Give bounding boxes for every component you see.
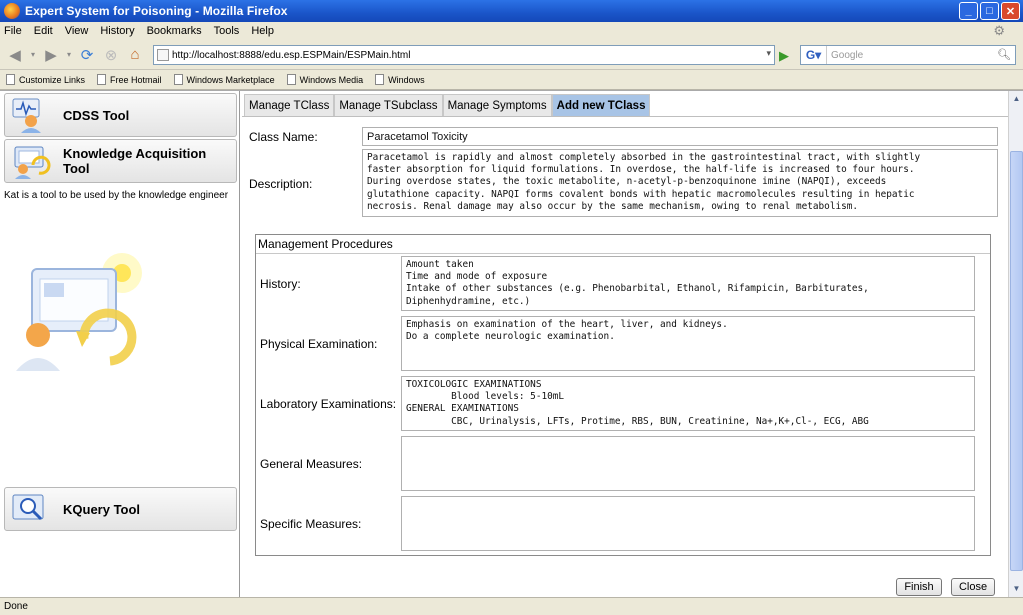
- status-bar: Done: [0, 597, 1023, 615]
- description-label: Description:: [249, 177, 313, 191]
- scrollbar-thumb[interactable]: [1010, 151, 1023, 571]
- stop-icon[interactable]: ⊗: [100, 44, 122, 66]
- history-label: History:: [260, 277, 301, 291]
- close-window-button[interactable]: ✕: [1001, 2, 1020, 20]
- knowledge-acquisition-label: Knowledge Acquisition Tool: [63, 146, 207, 176]
- tab-add-new-tclass[interactable]: Add new TClass: [551, 94, 651, 116]
- menu-bar: File Edit View History Bookmarks Tools H…: [0, 22, 1023, 40]
- minimize-button[interactable]: _: [959, 2, 978, 20]
- tab-divider: [242, 116, 1008, 117]
- bookmark-page-icon: [97, 74, 107, 85]
- bookmark-windows-media[interactable]: Windows Media: [286, 74, 363, 85]
- knowledge-acquisition-illustration: [14, 251, 144, 371]
- menu-file[interactable]: File: [4, 25, 22, 37]
- vertical-scrollbar[interactable]: ▲ ▼: [1008, 91, 1023, 598]
- scroll-down-arrow-icon[interactable]: ▼: [1010, 582, 1023, 596]
- physical-examination-field[interactable]: Emphasis on examination of the heart, li…: [401, 316, 975, 371]
- kquery-tool-label: KQuery Tool: [63, 501, 141, 517]
- address-bar[interactable]: http://localhost:8888/edu.esp.ESPMain/ES…: [153, 45, 775, 65]
- forward-arrow-icon[interactable]: ▶: [40, 44, 62, 66]
- activity-gear-icon: ⚙: [993, 23, 1005, 38]
- status-text: Done: [4, 601, 28, 612]
- laboratory-examinations-field[interactable]: TOXICOLOGIC EXAMINATIONS Blood levels: 5…: [401, 376, 975, 431]
- firefox-icon: [4, 3, 20, 19]
- search-placeholder: Google: [831, 49, 864, 61]
- kat-description: Kat is a tool to be used by the knowledg…: [4, 190, 229, 201]
- menu-tools[interactable]: Tools: [214, 25, 240, 37]
- knowledge-acquisition-icon: [11, 143, 51, 179]
- laboratory-examinations-label: Laboratory Examinations:: [260, 397, 397, 411]
- search-icon[interactable]: 🔍︎: [997, 48, 1011, 61]
- general-measures-field[interactable]: [401, 436, 975, 491]
- address-url: http://localhost:8888/edu.esp.ESPMain/ES…: [172, 49, 411, 61]
- bookmarks-toolbar: Customize Links Free Hotmail Windows Mar…: [0, 70, 1023, 90]
- bookmark-customize-links[interactable]: Customize Links: [6, 74, 85, 85]
- bookmark-windows-marketplace[interactable]: Windows Marketplace: [173, 74, 275, 85]
- scroll-up-arrow-icon[interactable]: ▲: [1010, 92, 1023, 106]
- bookmark-page-icon: [173, 74, 183, 85]
- finish-button[interactable]: Finish: [896, 578, 942, 596]
- url-dropdown-icon[interactable]: ▾: [766, 48, 771, 59]
- kquery-tool-icon: [11, 491, 51, 527]
- close-button[interactable]: Close: [951, 578, 995, 596]
- bookmark-page-icon: [286, 74, 296, 85]
- back-arrow-icon[interactable]: ◀: [4, 44, 26, 66]
- tab-manage-tclass[interactable]: Manage TClass: [244, 94, 335, 116]
- history-field[interactable]: Amount taken Time and mode of exposure I…: [401, 256, 975, 311]
- description-field[interactable]: Paracetamol is rapidly and almost comple…: [362, 149, 998, 217]
- page-favicon-icon: [157, 49, 169, 61]
- search-box[interactable]: G▾ Google 🔍︎: [800, 45, 1016, 65]
- tab-manage-symptoms[interactable]: Manage Symptoms: [442, 94, 552, 116]
- general-measures-label: General Measures:: [260, 457, 363, 471]
- specific-measures-field[interactable]: [401, 496, 975, 551]
- maximize-button[interactable]: □: [980, 2, 999, 20]
- group-header-divider: [256, 253, 990, 254]
- window-title: Expert System for Poisoning - Mozilla Fi…: [25, 4, 288, 18]
- knowledge-acquisition-tool-button[interactable]: Knowledge Acquisition Tool: [4, 139, 237, 183]
- reload-icon[interactable]: ⟳: [76, 44, 98, 66]
- back-dropdown-icon[interactable]: ▾: [28, 44, 38, 66]
- bookmark-page-icon: [375, 74, 385, 85]
- menu-history[interactable]: History: [100, 25, 134, 37]
- tab-bar: Manage TClass Manage TSubclass Manage Sy…: [244, 94, 651, 116]
- management-procedures-title: Management Procedures: [258, 237, 393, 251]
- menu-help[interactable]: Help: [251, 25, 274, 37]
- google-engine-icon[interactable]: G▾: [801, 46, 827, 64]
- tool-sidebar: CDSS Tool Knowledge Acquisition Tool Kat…: [0, 91, 240, 598]
- home-icon[interactable]: ⌂: [124, 44, 146, 66]
- bookmark-free-hotmail[interactable]: Free Hotmail: [97, 74, 162, 85]
- cdss-tool-icon: [11, 97, 51, 133]
- cdss-tool-button[interactable]: CDSS Tool: [4, 93, 237, 137]
- bookmark-page-icon: [6, 74, 15, 85]
- class-name-label: Class Name:: [249, 130, 318, 144]
- window-titlebar: Expert System for Poisoning - Mozilla Fi…: [0, 0, 1023, 22]
- bookmark-windows[interactable]: Windows: [375, 74, 425, 85]
- menu-bookmarks[interactable]: Bookmarks: [147, 25, 202, 37]
- go-arrow-icon[interactable]: ▶: [779, 48, 789, 64]
- tab-manage-tsubclass[interactable]: Manage TSubclass: [334, 94, 443, 116]
- class-name-field[interactable]: Paracetamol Toxicity: [362, 127, 998, 146]
- menu-view[interactable]: View: [65, 25, 89, 37]
- forward-dropdown-icon[interactable]: ▾: [64, 44, 74, 66]
- physical-examination-label: Physical Examination:: [260, 337, 378, 351]
- kquery-tool-button[interactable]: KQuery Tool: [4, 487, 237, 531]
- specific-measures-label: Specific Measures:: [260, 517, 362, 531]
- cdss-tool-label: CDSS Tool: [63, 107, 130, 123]
- navigation-toolbar: ◀ ▾ ▶ ▾ ⟳ ⊗ ⌂ http://localhost:8888/edu.…: [0, 40, 1023, 70]
- menu-edit[interactable]: Edit: [34, 25, 53, 37]
- page-content: CDSS Tool Knowledge Acquisition Tool Kat…: [0, 90, 1023, 598]
